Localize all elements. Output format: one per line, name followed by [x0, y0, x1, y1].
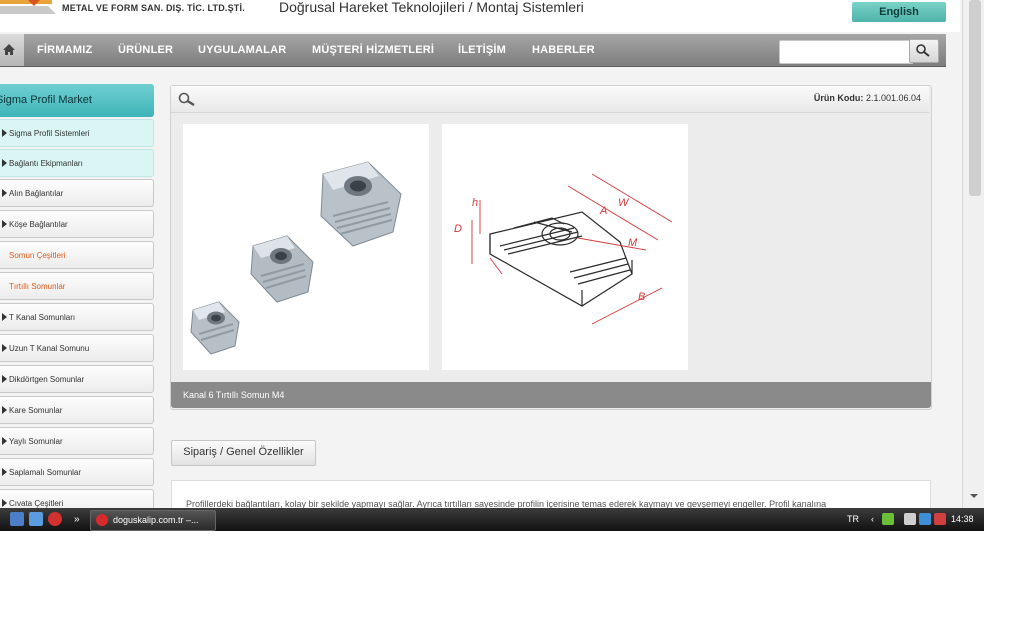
technical-drawing[interactable]: h D A W M B	[442, 124, 688, 370]
drawing-label-h: h	[472, 197, 478, 209]
sidebar-item-label: Köşe Bağlantılar	[9, 220, 68, 229]
drawing-label-b: B	[638, 291, 645, 303]
sidebar-item-label: Cıvata Çeşitleri	[9, 499, 64, 508]
sidebar-item-label: Saplamalı Somunlar	[9, 468, 82, 477]
nav-item-urunler[interactable]: ÜRÜNLER	[118, 34, 173, 66]
chevron-right-icon	[2, 437, 7, 445]
scroll-down-arrow-icon[interactable]	[970, 494, 978, 498]
sidebar-item-alin-baglantilar[interactable]: Alın Bağlantılar	[0, 179, 154, 207]
chevron-right-icon	[2, 468, 7, 476]
nav-item-firmamiz[interactable]: FİRMAMIZ	[37, 34, 92, 66]
show-desktop-icon[interactable]	[10, 512, 24, 526]
language-indicator[interactable]: TR	[847, 508, 859, 531]
sidebar-item-label: Yaylı Somunlar	[9, 437, 63, 446]
search-input[interactable]	[779, 40, 913, 64]
nav-item-uygulamalar[interactable]: UYGULAMALAR	[198, 34, 286, 66]
taskbar-clock[interactable]: 14:38	[951, 508, 974, 531]
sidebar-item-baglanti-ekipmanlari[interactable]: Bağlantı Ekipmanları	[0, 149, 154, 177]
sidebar-item-somun-cesitleri[interactable]: Somun Çeşitleri	[0, 241, 154, 269]
taskbar-browser-window[interactable]: doguskalip.com.tr –...	[90, 510, 216, 531]
gallery-toolbar: Ürün Kodu: 2.1.001.06.04	[171, 86, 929, 113]
sidebar-item-yayli-somunlar[interactable]: Yaylı Somunlar	[0, 427, 154, 455]
sidebar-item-t-kanal-somunlari[interactable]: T Kanal Somunları	[0, 303, 154, 331]
product-photo[interactable]	[183, 124, 429, 370]
sidebar-item-label: Kare Somunlar	[9, 406, 63, 415]
sidebar-item-tirtilli-somunlar[interactable]: Tırtıllı Somunlar	[0, 272, 154, 300]
nav-item-musteri-hizmetleri[interactable]: MÜŞTERİ HİZMETLERİ	[312, 34, 434, 66]
order-specs-tab-button[interactable]: Sipariş / Genel Özellikler	[171, 440, 316, 466]
sidebar-item-saplamali-somunlar[interactable]: Saplamalı Somunlar	[0, 458, 154, 486]
product-code-label: Ürün Kodu:	[813, 93, 864, 103]
browser-icon	[96, 514, 108, 526]
company-logo[interactable]	[0, 0, 56, 14]
company-name: METAL VE FORM SAN. DIŞ. TİC. LTD.ŞTİ.	[62, 3, 245, 13]
sidebar-item-dikdortgen-somunlar[interactable]: Dikdörtgen Somunlar	[0, 365, 154, 393]
nav-item-iletisim[interactable]: İLETİŞİM	[458, 34, 506, 66]
sidebar-item-sigma-profil-sistemleri[interactable]: Sigma Profil Sistemleri	[0, 119, 154, 147]
sidebar-item-civata-cesitleri[interactable]: Cıvata Çeşitleri	[0, 489, 154, 508]
english-language-button[interactable]: English	[852, 2, 946, 22]
sidebar-item-uzun-t-kanal-somunu[interactable]: Uzun T Kanal Somunu	[0, 334, 154, 362]
sidebar-item-label: Dikdörtgen Somunlar	[9, 375, 85, 384]
windows-taskbar: » doguskalip.com.tr –... TR ‹ 14:38	[0, 508, 984, 531]
search-icon	[916, 44, 930, 57]
sidebar-item-label: T Kanal Somunları	[9, 313, 76, 322]
product-code: Ürün Kodu: 2.1.001.06.04	[814, 93, 921, 103]
sidebar-item-label: Bağlantı Ekipmanları	[9, 159, 83, 168]
chevron-right-icon	[2, 344, 7, 352]
home-icon	[3, 44, 15, 55]
product-caption: Kanal 6 Tırtıllı Somun M4	[171, 382, 931, 408]
sidebar-title-label: Sigma Profil Market	[0, 94, 92, 106]
site-tagline: Doğrusal Hareket Teknolojileri / Montaj …	[279, 0, 584, 15]
sidebar-item-label: Uzun T Kanal Somunu	[9, 344, 90, 353]
chevron-right-icon	[2, 220, 7, 228]
quick-launch-icon[interactable]	[29, 512, 43, 526]
volume-muted-icon[interactable]	[934, 513, 946, 525]
product-code-value: 2.1.001.06.04	[865, 93, 921, 103]
sidebar-item-kare-somunlar[interactable]: Kare Somunlar	[0, 396, 154, 424]
sidebar-item-label: Tırtıllı Somunlar	[9, 282, 66, 291]
product-caption-text: Kanal 6 Tırtıllı Somun M4	[183, 390, 285, 400]
site-header: METAL VE FORM SAN. DIŞ. TİC. LTD.ŞTİ. Do…	[0, 0, 960, 32]
device-tray-icon[interactable]	[904, 513, 916, 525]
network-tray-icon[interactable]	[882, 513, 894, 525]
nav-item-haberler[interactable]: HABERLER	[532, 34, 595, 66]
monitor-tray-icon[interactable]	[919, 513, 931, 525]
taskbar-window-title: doguskalip.com.tr –...	[113, 515, 199, 525]
product-description: Profillerdeki bağlantıları, kolay bir şe…	[171, 480, 931, 508]
product-gallery: Ürün Kodu: 2.1.001.06.04 h D A W M B Kan…	[170, 85, 932, 410]
browser-quicklaunch-icon[interactable]	[48, 512, 62, 526]
main-navigation: FİRMAMIZ ÜRÜNLER UYGULAMALAR MÜŞTERİ HİZ…	[0, 34, 946, 67]
sidebar-item-label: Sigma Profil Sistemleri	[9, 129, 90, 138]
sidebar-item-kose-baglantilar[interactable]: Köşe Bağlantılar	[0, 210, 154, 238]
tray-expand-icon[interactable]: ‹	[871, 508, 874, 531]
sidebar-item-label: Alın Bağlantılar	[9, 189, 64, 198]
drawing-label-w: W	[618, 197, 630, 209]
sidebar-title[interactable]: Sigma Profil Market	[0, 84, 154, 117]
chevron-right-icon	[2, 313, 7, 321]
browser-viewport: METAL VE FORM SAN. DIŞ. TİC. LTD.ŞTİ. Do…	[0, 0, 984, 508]
chevron-right-icon	[2, 499, 7, 507]
chevron-right-icon	[2, 159, 7, 167]
description-text: Profillerdeki bağlantıları, kolay bir şe…	[186, 499, 827, 508]
home-button[interactable]	[0, 34, 24, 66]
chevron-right-icon	[2, 129, 7, 137]
sidebar-item-label: Somun Çeşitleri	[9, 251, 66, 260]
drawing-label-d: D	[454, 223, 462, 235]
scrollbar-thumb[interactable]	[969, 0, 981, 196]
zoom-icon[interactable]	[178, 92, 196, 106]
drawing-label-a: A	[599, 205, 607, 217]
chevron-right-icon	[2, 375, 7, 383]
drawing-label-m: M	[628, 237, 638, 249]
search-button[interactable]	[909, 39, 939, 63]
chevron-right-icon	[2, 406, 7, 414]
more-icons-chevron-icon[interactable]: »	[74, 508, 80, 531]
chevron-right-icon	[2, 189, 7, 197]
